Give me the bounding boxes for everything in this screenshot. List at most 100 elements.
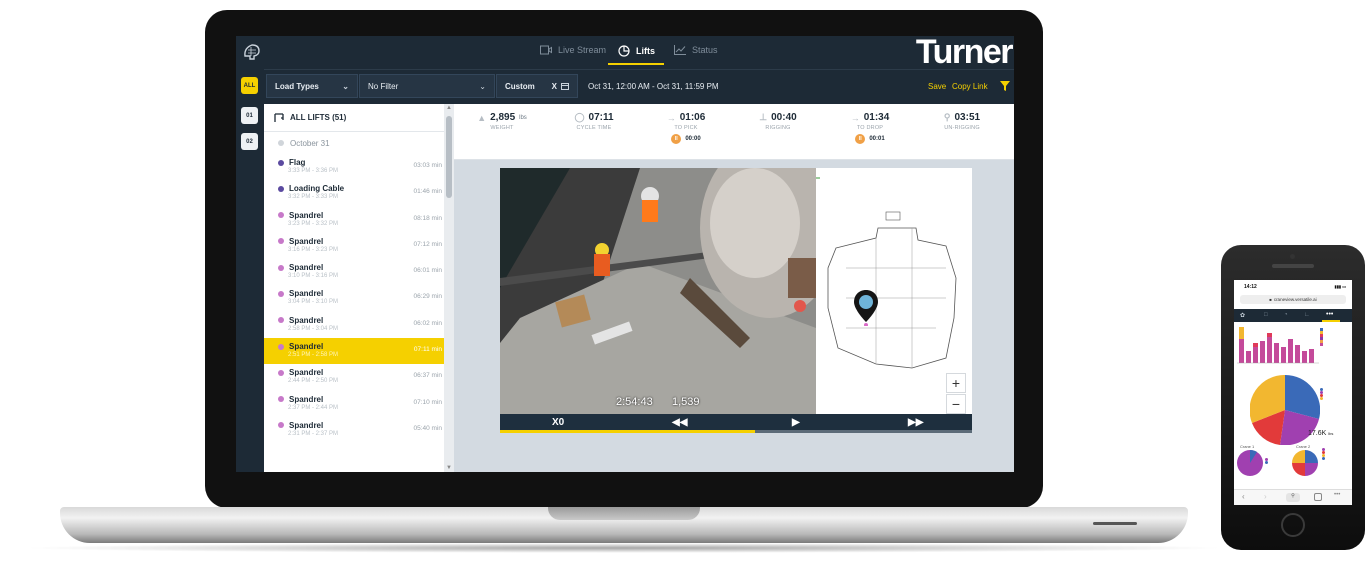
load-types-dropdown[interactable]: Load Types ⌄ [266, 74, 358, 98]
crane-2-label: Crane 2 [1296, 444, 1311, 449]
lift-list-item[interactable]: Spandrel 3:16 PM - 3:23 PM 07:12 min [264, 233, 454, 259]
lift-list-scrollbar[interactable]: ▲ ▼ [444, 104, 454, 472]
unrigging-icon: ⚲ [943, 112, 951, 122]
lift-list-item[interactable]: Spandrel 3:23 PM - 3:32 PM 08:18 min [264, 207, 454, 233]
lift-list-item[interactable]: Spandrel 2:37 PM - 2:44 PM 07:10 min [264, 391, 454, 417]
lift-video[interactable]: 2:54:43 1,539 [500, 168, 816, 414]
lift-item-duration: 05:40 min [413, 424, 442, 432]
lift-list-item[interactable]: Spandrel 3:10 PM - 3:16 PM 06:01 min [264, 259, 454, 285]
lift-item-name: Spandrel [289, 210, 324, 220]
copy-link-button[interactable]: Copy Link [952, 82, 988, 91]
scroll-thumb[interactable] [446, 116, 452, 198]
lift-item-name: Spandrel [289, 236, 324, 246]
pie-chart-icon[interactable]: ◔ [1284, 312, 1288, 318]
tabs-icon[interactable] [1314, 493, 1322, 501]
idle-pause-icon: II [671, 134, 682, 144]
filter-bar: Load Types ⌄ No Filter ⌄ Custom X Oct 31… [236, 69, 1014, 101]
to-drop-label: TO DROP [856, 125, 884, 131]
date-dot [278, 140, 284, 146]
phone-screen: 14:12 ▮▮▮ ▭ ■ craneview.versatile.ai ✿ □… [1234, 280, 1352, 505]
clear-range-button[interactable]: X [552, 82, 557, 91]
lift-list-item[interactable]: Spandrel 2:31 PM - 2:37 PM 05:40 min [264, 417, 454, 443]
play-icon[interactable]: ▶ [792, 417, 800, 428]
crane-1-legend [1265, 458, 1268, 464]
fast-forward-icon[interactable]: ▶▶ [908, 417, 923, 428]
phone-total-weight: 17.6K lbs [1308, 430, 1333, 437]
lift-detail: ▲ 2,895 lbs WEIGHT ◯ 07:11 CYCLE TIME → 01:0… [454, 104, 1014, 472]
lift-list-item[interactable]: Loading Cable 3:32 PM - 3:33 PM 01:46 min [264, 180, 454, 206]
stat-weight: ▲ 2,895 lbs WEIGHT [462, 112, 542, 131]
active-tab-indicator [1322, 320, 1340, 322]
weight-unit: lbs [519, 114, 527, 121]
rewind-icon[interactable]: ◀◀ [672, 417, 687, 428]
line-chart-icon [674, 45, 686, 55]
phone-camera [1290, 254, 1295, 259]
scroll-up-icon[interactable]: ▲ [446, 105, 452, 111]
forward-icon[interactable]: › [1264, 492, 1267, 501]
lift-item-name: Spandrel [289, 342, 324, 352]
tab-live-stream[interactable]: Live Stream [540, 45, 606, 55]
calendar-icon[interactable] [561, 82, 569, 90]
filter-funnel-icon[interactable] [1000, 81, 1010, 91]
crane-1-pie [1237, 450, 1263, 476]
chevron-down-icon: ⌄ [342, 81, 349, 91]
filter-dropdown[interactable]: No Filter ⌄ [359, 74, 495, 98]
crane-02-button[interactable]: 02 [241, 133, 258, 150]
phone-home-button [1281, 513, 1305, 537]
app-logo-icon[interactable]: ✿ [1240, 312, 1245, 319]
phone-browser-toolbar: ‹ › ⚲ ••• [1234, 489, 1352, 505]
video-camera-icon [540, 45, 552, 55]
more-icon[interactable]: ••• [1334, 492, 1340, 498]
idle-pause-icon: II [855, 134, 866, 144]
lift-item-name: Flag [289, 158, 306, 167]
lift-items: Flag 3:33 PM - 3:36 PM 03:03 min Loading Ca… [264, 154, 454, 443]
to-drop-value: 01:34 [863, 112, 890, 123]
brand-logo: Turner [915, 36, 1014, 71]
scroll-down-icon[interactable]: ▼ [446, 465, 452, 471]
range-mode-dropdown[interactable]: Custom X [496, 74, 578, 98]
phone-url-bar[interactable]: ■ craneview.versatile.ai [1240, 295, 1346, 304]
lift-list-item[interactable]: Spandrel 3:04 PM - 3:10 PM 06:29 min [264, 285, 454, 311]
tab-lifts[interactable]: Lifts [618, 45, 655, 57]
cycle-time-label: CYCLE TIME [576, 125, 612, 131]
map-location-pin-icon[interactable] [854, 290, 878, 326]
lift-list-item[interactable]: Spandrel 2:44 PM - 2:50 PM 06:37 min [264, 364, 454, 390]
lift-list-item[interactable]: Flag 3:33 PM - 3:36 PM 03:03 min [264, 154, 454, 180]
crane-01-button[interactable]: 01 [241, 107, 258, 124]
video-camera-icon[interactable]: □ [1264, 312, 1268, 318]
active-tab-indicator [608, 63, 664, 65]
crane-all-button[interactable]: ALL [241, 77, 258, 94]
lift-list-header[interactable]: ALL LIFTS (51) [264, 104, 454, 132]
stat-to-drop: → 01:34 TO DROP II 00:01 [830, 112, 910, 144]
lift-item-duration: 06:02 min [413, 319, 442, 327]
zoom-out-button[interactable]: − [946, 394, 966, 414]
top-nav: Live Stream Lifts Status Turner [236, 36, 1014, 71]
zoom-in-button[interactable]: + [946, 373, 966, 393]
crane-2-pie [1292, 450, 1318, 476]
more-icon[interactable]: ••• [1326, 311, 1333, 318]
app-logo-icon[interactable] [242, 42, 262, 62]
playback-speed[interactable]: X0 [552, 417, 564, 428]
line-chart-icon[interactable]: ∟ [1304, 312, 1310, 318]
save-button[interactable]: Save [928, 82, 946, 91]
chevron-down-icon: ⌄ [479, 81, 486, 91]
tab-lifts-label: Lifts [636, 46, 655, 56]
laptop-notch [548, 507, 700, 520]
lift-type-dot [278, 185, 284, 192]
lift-list-panel: ALL LIFTS (51) October 31 Flag 3:33 PM - … [264, 104, 454, 472]
date-label: October 31 [290, 138, 330, 148]
clock-icon: ◯ [574, 112, 585, 122]
unrigging-value: 03:51 [954, 112, 981, 123]
range-actions: X [552, 82, 569, 91]
site-map[interactable]: + − [816, 168, 972, 414]
video-timestamp: 2:54:43 [616, 396, 653, 408]
lift-list-item[interactable]: Spandrel 2:58 PM - 3:04 PM 06:02 min [264, 312, 454, 338]
to-pick-value: 01:06 [679, 112, 706, 123]
app-screen: Live Stream Lifts Status Turner Load Typ… [236, 36, 1014, 472]
back-icon[interactable]: ‹ [1242, 492, 1245, 501]
lift-list-item[interactable]: Spandrel 2:51 PM - 2:58 PM 07:11 min [264, 338, 454, 365]
search-icon[interactable]: ⚲ [1286, 493, 1300, 502]
crane-1-label: Crane 1 [1240, 444, 1255, 449]
lift-type-dot [278, 369, 284, 376]
tab-status[interactable]: Status [674, 45, 718, 55]
